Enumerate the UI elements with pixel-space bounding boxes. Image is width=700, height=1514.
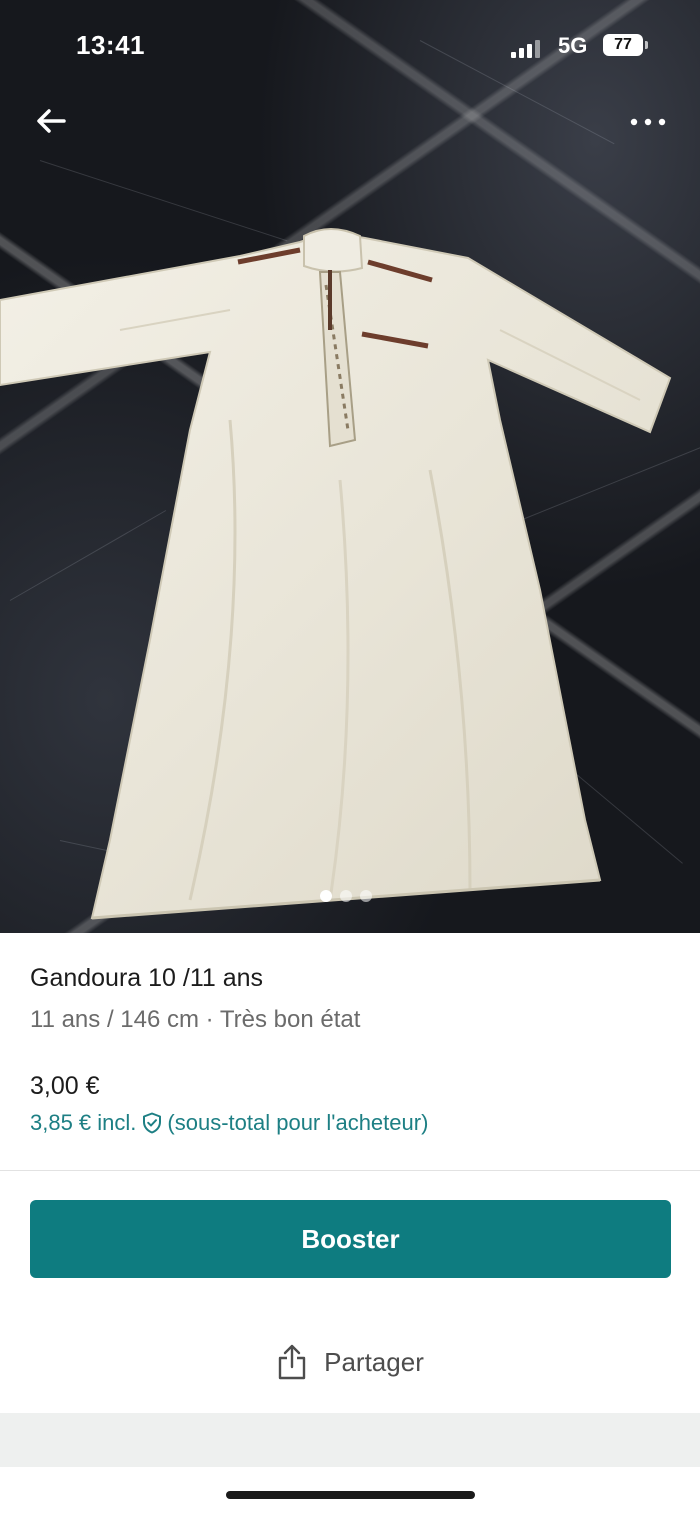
back-button[interactable]	[30, 100, 74, 144]
buyer-note: (sous-total pour l'acheteur)	[167, 1110, 429, 1135]
shield-check-icon	[143, 1112, 162, 1134]
item-title: Gandoura 10 /11 ans	[30, 964, 264, 992]
share-button[interactable]: Partager	[0, 1340, 700, 1384]
item-subtitle: 11 ans / 146 cm · Très bon état	[30, 1006, 361, 1033]
divider	[0, 1170, 700, 1171]
product-photo[interactable]: 13:41 5G 77	[0, 0, 700, 933]
status-time: 13:41	[76, 30, 145, 60]
home-indicator[interactable]	[226, 1491, 475, 1499]
carousel-dot[interactable]	[340, 890, 352, 902]
buyer-price-line[interactable]: 3,85 € incl. (sous-total pour l'acheteur…	[30, 1110, 428, 1136]
signal-icon	[511, 38, 545, 58]
more-button[interactable]	[624, 100, 674, 144]
network-label: 5G	[558, 33, 588, 58]
more-horizontal-icon	[630, 118, 666, 126]
booster-button[interactable]: Booster	[30, 1200, 671, 1278]
share-icon	[278, 1344, 306, 1380]
battery-icon: 77	[603, 34, 648, 56]
garment-image	[0, 228, 672, 920]
bottom-band	[0, 1413, 700, 1467]
share-label: Partager	[324, 1346, 424, 1377]
price-incl: 3,85 € incl.	[30, 1110, 137, 1135]
carousel-dot[interactable]	[360, 890, 372, 902]
arrow-left-icon	[37, 109, 66, 133]
carousel-indicator	[320, 890, 372, 902]
carousel-dot[interactable]	[320, 890, 332, 902]
item-price: 3,00 €	[30, 1072, 100, 1100]
